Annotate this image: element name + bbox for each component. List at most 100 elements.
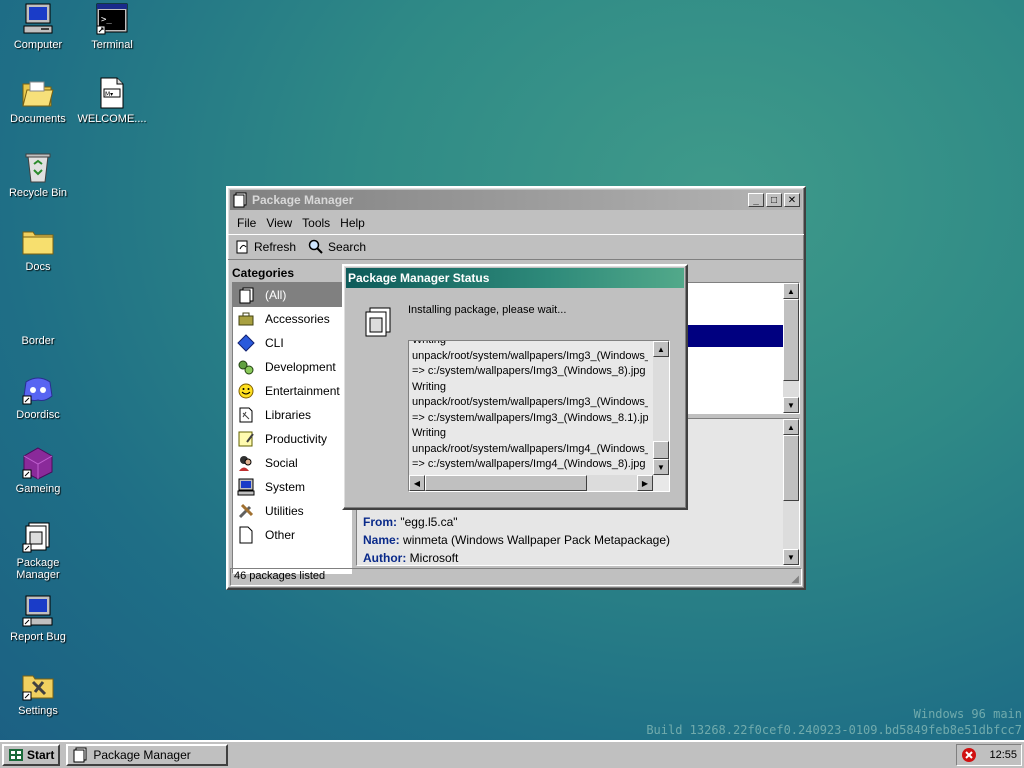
category-system[interactable]: System xyxy=(233,475,351,499)
desktop-icon-label: Settings xyxy=(18,705,58,717)
category-libraries[interactable]: Libraries xyxy=(233,403,351,427)
desktop-icon-docs[interactable]: Docs xyxy=(2,224,74,273)
author-value: Microsoft xyxy=(409,551,459,565)
markdown-file-icon: M▾ xyxy=(95,76,129,110)
package-manager-icon xyxy=(73,747,87,763)
scroll-thumb[interactable] xyxy=(425,475,587,491)
category-accessories[interactable]: Accessories xyxy=(233,307,351,331)
error-icon[interactable] xyxy=(961,747,977,763)
scroll-right-button[interactable]: ▶ xyxy=(637,475,653,491)
refresh-button[interactable]: Refresh xyxy=(232,238,300,256)
menu-help[interactable]: Help xyxy=(335,214,370,232)
log-line: unpack/root/system/wallpapers/Img3_(Wind… xyxy=(412,349,648,362)
name-label: Name: xyxy=(363,533,400,547)
close-icon: ✕ xyxy=(787,194,797,206)
start-button[interactable]: Start xyxy=(2,744,61,766)
log-line: => c:/system/wallpapers/Img3_(Windows_8)… xyxy=(412,365,646,377)
scroll-thumb[interactable] xyxy=(653,441,669,459)
menu-file[interactable]: File xyxy=(232,214,261,232)
dialog-titlebar[interactable]: Package Manager Status xyxy=(346,268,684,288)
scroll-thumb[interactable] xyxy=(783,435,799,501)
close-button[interactable]: ✕ xyxy=(784,193,800,207)
menu-view[interactable]: View xyxy=(261,214,297,232)
terminal-icon: >_ xyxy=(95,2,129,36)
from-value: "egg.l5.ca" xyxy=(400,515,458,529)
category-utilities[interactable]: Utilities xyxy=(233,499,351,523)
diamond-icon xyxy=(237,334,255,352)
watermark-line: Build 13268.22f0cef0.240923-0109.bd5849f… xyxy=(646,723,1022,737)
clock[interactable]: 12:55 xyxy=(989,749,1017,761)
menu-tools[interactable]: Tools xyxy=(297,214,335,232)
smiley-icon xyxy=(238,383,254,399)
dialog-title: Package Manager Status xyxy=(348,271,490,285)
search-button[interactable]: Search xyxy=(304,237,370,257)
package-list-scrollbar[interactable]: ▲ ▼ xyxy=(783,283,799,413)
scroll-up-button[interactable]: ▲ xyxy=(653,341,669,357)
category-other[interactable]: Other xyxy=(233,523,351,547)
status-text: 46 packages listed xyxy=(234,570,326,582)
discord-icon xyxy=(21,372,55,406)
desktop-icon-recycle-bin[interactable]: Recycle Bin xyxy=(2,150,74,199)
window-titlebar[interactable]: Package Manager _ □ ✕ xyxy=(230,190,802,210)
category-cli[interactable]: CLI xyxy=(233,331,351,355)
category-entertainment[interactable]: Entertainment xyxy=(233,379,351,403)
log-line: unpack/root/system/wallpapers/Img4_(Wind… xyxy=(412,442,648,455)
minimize-button[interactable]: _ xyxy=(748,193,764,207)
scroll-down-button[interactable]: ▼ xyxy=(783,549,799,565)
scroll-up-button[interactable]: ▲ xyxy=(783,283,799,299)
category-label: Utilities xyxy=(265,504,304,518)
details-scrollbar[interactable]: ▲ ▼ xyxy=(783,419,799,565)
desktop-icon-label: Documents xyxy=(10,113,66,125)
desktop-icon-computer[interactable]: Computer xyxy=(2,2,74,51)
taskbar-button-package-manager[interactable]: Package Manager xyxy=(66,744,229,766)
name-value: winmeta (Windows Wallpaper Pack Metapack… xyxy=(403,533,671,547)
log-line: Writing xyxy=(412,380,447,393)
report-bug-icon xyxy=(21,594,55,628)
desktop-icon-package-manager[interactable]: Package Manager xyxy=(2,520,74,581)
desktop-icon-settings[interactable]: Settings xyxy=(2,668,74,717)
desktop-icon-border[interactable]: Border xyxy=(2,298,74,347)
install-log-lines: Writing unpack/root/system/wallpapers/Im… xyxy=(412,341,648,473)
scroll-down-button[interactable]: ▼ xyxy=(653,459,669,475)
category-development[interactable]: Development xyxy=(233,355,351,379)
folder-icon xyxy=(21,224,55,258)
desktop-icon-label: Package Manager xyxy=(16,557,60,581)
category-label: (All) xyxy=(265,288,287,302)
categories-heading: Categories xyxy=(232,266,295,280)
category-social[interactable]: Social xyxy=(233,451,351,475)
desktop-icon-terminal[interactable]: >_ Terminal xyxy=(76,2,148,51)
scroll-up-button[interactable]: ▲ xyxy=(783,419,799,435)
desktop-icon-label: Recycle Bin xyxy=(8,187,68,199)
scroll-thumb[interactable] xyxy=(783,299,799,381)
monitor-icon xyxy=(237,478,255,496)
log-vertical-scrollbar[interactable]: ▲ ▼ xyxy=(653,341,669,475)
desktop-icon-welcome[interactable]: M▾ WELCOME.... xyxy=(76,76,148,125)
desktop-icon-doordisc[interactable]: Doordisc xyxy=(2,372,74,421)
arrow-down-icon: ▼ xyxy=(657,462,665,472)
category-all[interactable]: (All) xyxy=(233,283,351,307)
category-productivity[interactable]: Productivity xyxy=(233,427,351,451)
watermark-line: Windows 96 main xyxy=(913,707,1022,721)
category-label: Social xyxy=(265,456,298,470)
log-horizontal-scrollbar[interactable]: ◀ ▶ xyxy=(409,475,653,491)
log-line: => c:/system/wallpapers/Img4_(Windows_8)… xyxy=(412,458,646,470)
arrow-down-icon: ▼ xyxy=(787,400,795,410)
maximize-button[interactable]: □ xyxy=(766,193,782,207)
scroll-left-button[interactable]: ◀ xyxy=(409,475,425,491)
desktop-icon-documents[interactable]: Documents xyxy=(2,76,74,125)
tools-icon xyxy=(238,503,254,519)
refresh-label: Refresh xyxy=(254,240,297,254)
install-log[interactable]: Writing unpack/root/system/wallpapers/Im… xyxy=(408,340,670,492)
window-title: Package Manager xyxy=(252,193,354,207)
resize-grip-icon[interactable]: ◢ xyxy=(791,574,799,585)
desktop-icon-gameing[interactable]: Gameing xyxy=(2,446,74,495)
category-label: System xyxy=(265,480,306,494)
scroll-down-button[interactable]: ▼ xyxy=(783,397,799,413)
document-icon xyxy=(239,526,253,544)
desktop-icon-label: Computer xyxy=(13,39,63,51)
people-icon xyxy=(239,456,252,471)
category-label: Productivity xyxy=(265,432,328,446)
arrow-left-icon: ◀ xyxy=(413,478,421,488)
desktop-icon-report-bug[interactable]: Report Bug xyxy=(2,594,74,643)
status-dialog[interactable]: Package Manager Status Installing packag… xyxy=(342,264,688,510)
